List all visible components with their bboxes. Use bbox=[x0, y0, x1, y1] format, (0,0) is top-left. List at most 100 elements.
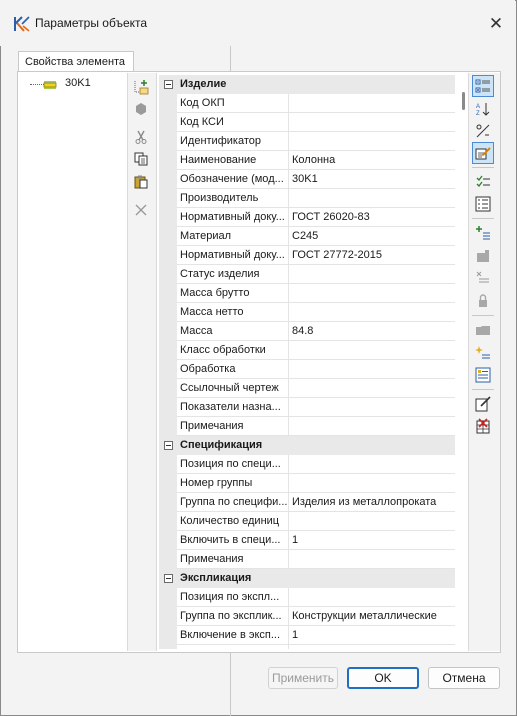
property-row[interactable]: Масса 84.8 bbox=[159, 322, 455, 341]
element-tree[interactable] bbox=[20, 73, 125, 651]
grid-scrollbar[interactable] bbox=[458, 85, 466, 645]
property-value[interactable]: ГОСТ 26020-83 bbox=[288, 208, 455, 227]
property-row[interactable]: Группа по специфи... Изделия из металлопр… bbox=[159, 493, 455, 512]
property-row[interactable]: Количество единиц bbox=[159, 512, 455, 531]
collapse-icon[interactable] bbox=[164, 574, 173, 583]
property-row[interactable]: Примечания bbox=[159, 417, 455, 436]
grid-scrollbar-thumb[interactable] bbox=[462, 92, 465, 110]
property-value[interactable] bbox=[288, 360, 455, 379]
new-item-button[interactable] bbox=[472, 342, 494, 364]
property-value[interactable] bbox=[288, 588, 455, 607]
property-grid[interactable]: Изделие Код ОКП Код КСИ Идентификатор Наимен… bbox=[159, 75, 455, 649]
property-row[interactable]: Номер группы bbox=[159, 474, 455, 493]
property-row[interactable]: Обработка bbox=[159, 360, 455, 379]
property-name bbox=[177, 645, 288, 649]
property-value[interactable] bbox=[288, 132, 455, 151]
property-row[interactable]: Масса брутто bbox=[159, 284, 455, 303]
close-button[interactable]: ✕ bbox=[480, 10, 512, 38]
tab-element-properties[interactable]: Свойства элемента bbox=[18, 51, 134, 72]
property-row[interactable]: Позиция по экспл... bbox=[159, 588, 455, 607]
add-element-button[interactable] bbox=[131, 99, 151, 119]
property-value[interactable] bbox=[288, 398, 455, 417]
property-value[interactable] bbox=[288, 417, 455, 436]
properties-list-button[interactable] bbox=[472, 364, 494, 386]
copy-button[interactable] bbox=[131, 149, 151, 169]
property-row[interactable]: Класс обработки bbox=[159, 341, 455, 360]
edit-form-button[interactable] bbox=[472, 393, 494, 415]
category-row[interactable]: Спецификация bbox=[159, 436, 455, 455]
property-row[interactable]: Позиция по специ... bbox=[159, 455, 455, 474]
categorized-view-button[interactable] bbox=[472, 75, 494, 97]
check-list-icon bbox=[475, 174, 491, 190]
tree-node-30k1[interactable]: 30K1 bbox=[62, 76, 94, 92]
table-button[interactable] bbox=[472, 245, 494, 267]
property-row[interactable]: Наименование Колонна bbox=[159, 151, 455, 170]
property-value[interactable] bbox=[288, 474, 455, 493]
add-property-button[interactable] bbox=[472, 222, 494, 244]
property-row[interactable]: Ссылочный чертеж bbox=[159, 379, 455, 398]
property-value[interactable]: С245 bbox=[288, 227, 455, 246]
category-row[interactable]: Изделие bbox=[159, 75, 455, 94]
property-row[interactable]: Материал С245 bbox=[159, 227, 455, 246]
property-value[interactable] bbox=[288, 550, 455, 569]
property-row[interactable]: Код КСИ bbox=[159, 113, 455, 132]
collapse-icon[interactable] bbox=[164, 80, 173, 89]
property-value[interactable]: ГОСТ 27772-2015 bbox=[288, 246, 455, 265]
property-value[interactable]: Изделия из металлопроката bbox=[288, 493, 455, 512]
property-value[interactable] bbox=[288, 645, 455, 649]
property-value[interactable] bbox=[288, 113, 455, 132]
row-gutter bbox=[159, 455, 177, 474]
property-row[interactable]: Включить в специ... 1 bbox=[159, 531, 455, 550]
remove-property-button[interactable] bbox=[472, 267, 494, 289]
property-row[interactable]: Код ОКП bbox=[159, 94, 455, 113]
property-row[interactable]: Включение в эксп... 1 bbox=[159, 626, 455, 645]
property-value[interactable]: 84.8 bbox=[288, 322, 455, 341]
property-value[interactable]: 30K1 bbox=[288, 170, 455, 189]
property-value[interactable] bbox=[288, 455, 455, 474]
property-row[interactable]: Статус изделия bbox=[159, 265, 455, 284]
property-row[interactable]: Обозначение (мод... 30K1 bbox=[159, 170, 455, 189]
delete-button[interactable] bbox=[131, 200, 151, 220]
property-row[interactable]: Масса нетто bbox=[159, 303, 455, 322]
list-button[interactable] bbox=[472, 193, 494, 215]
property-value[interactable]: 1 bbox=[288, 626, 455, 645]
cancel-button[interactable]: Отмена bbox=[428, 667, 500, 689]
category-row[interactable]: Экспликация bbox=[159, 569, 455, 588]
row-gutter bbox=[159, 398, 177, 417]
property-value[interactable] bbox=[288, 341, 455, 360]
property-value[interactable] bbox=[288, 512, 455, 531]
property-row[interactable]: Примечания bbox=[159, 550, 455, 569]
property-value[interactable]: Конструкции металлические bbox=[288, 607, 455, 626]
add-element-icon bbox=[133, 101, 149, 117]
property-row[interactable]: Нормативный доку... ГОСТ 26020-83 bbox=[159, 208, 455, 227]
property-row[interactable]: Производитель bbox=[159, 189, 455, 208]
row-gutter bbox=[159, 360, 177, 379]
collapse-icon[interactable] bbox=[164, 441, 173, 450]
cut-button[interactable] bbox=[131, 127, 151, 147]
property-value[interactable]: Колонна bbox=[288, 151, 455, 170]
property-value[interactable] bbox=[288, 94, 455, 113]
property-value[interactable] bbox=[288, 303, 455, 322]
property-row[interactable]: Идентификатор bbox=[159, 132, 455, 151]
folder-button[interactable] bbox=[472, 319, 494, 341]
property-row[interactable]: Показатели назна... bbox=[159, 398, 455, 417]
apply-button[interactable]: Применить bbox=[268, 667, 338, 689]
property-row[interactable]: Нормативный доку... ГОСТ 27772-2015 bbox=[159, 246, 455, 265]
add-child-button[interactable] bbox=[131, 77, 151, 97]
property-value[interactable]: 1 bbox=[288, 531, 455, 550]
sort-alphabetical-button[interactable]: AZ bbox=[472, 98, 494, 120]
ok-button[interactable]: OK bbox=[347, 667, 419, 689]
property-row[interactable]: Группа по эксплик... Конструкции металлич… bbox=[159, 607, 455, 626]
property-value[interactable] bbox=[288, 265, 455, 284]
lock-button[interactable] bbox=[472, 290, 494, 312]
row-gutter bbox=[159, 512, 177, 531]
paste-button[interactable] bbox=[131, 172, 151, 192]
check-list-button[interactable] bbox=[472, 171, 494, 193]
property-row[interactable] bbox=[159, 645, 455, 649]
formula-button[interactable] bbox=[472, 120, 494, 142]
edit-properties-button[interactable] bbox=[472, 142, 494, 164]
property-value[interactable] bbox=[288, 379, 455, 398]
property-value[interactable] bbox=[288, 189, 455, 208]
delete-table-button[interactable] bbox=[472, 415, 494, 437]
property-value[interactable] bbox=[288, 284, 455, 303]
